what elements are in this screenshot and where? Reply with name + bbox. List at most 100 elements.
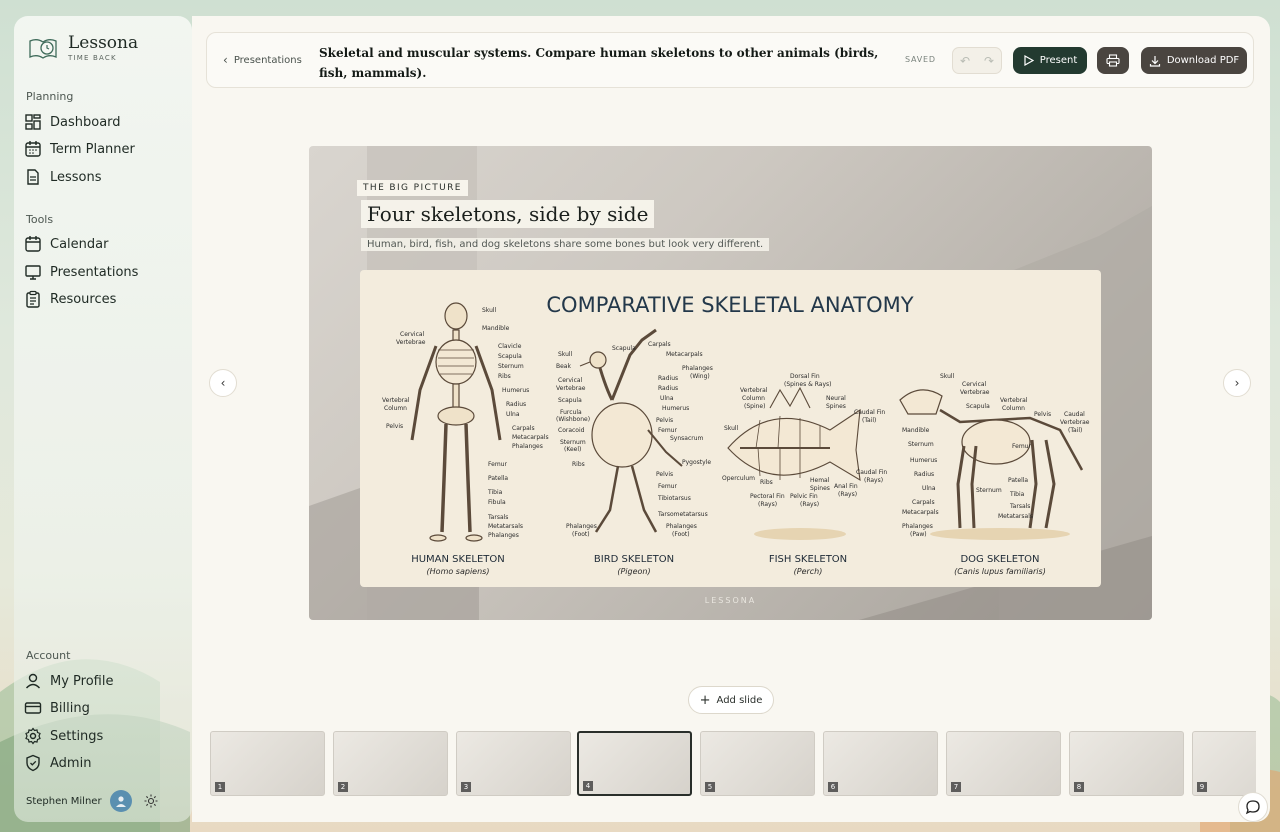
dog-label-tail: (Tail) [1068, 427, 1082, 434]
topbar: ‹ Presentations Skeletal and muscular sy… [206, 32, 1254, 88]
sidebar-item-calendar[interactable]: Calendar [24, 232, 184, 256]
fish-label-anal-rays: (Rays) [838, 491, 857, 498]
slide-thumbnail[interactable]: 2 [333, 731, 448, 796]
human-label-femur: Femur [488, 461, 507, 468]
bird-label-furcula: Furcula [560, 409, 582, 416]
panel-species: (Homo sapiens) (Pigeon) (Perch) (Canis l… [427, 567, 1046, 576]
human-label-metatarsals: Metatarsals [488, 523, 523, 530]
add-slide-button[interactable]: + Add slide [688, 686, 774, 714]
print-button[interactable] [1097, 47, 1129, 74]
dog-label-metacarpals: Metacarpals [902, 509, 939, 516]
document-icon [27, 169, 39, 185]
fish-label-pectoral: Pectoral Fin [750, 493, 785, 500]
slide-thumbnail[interactable]: 5 [700, 731, 815, 796]
chat-bubble-icon [1245, 800, 1260, 815]
fish-label-caudal-rays-2: (Rays) [864, 477, 883, 484]
human-label-phalanges-foot: Phalanges [488, 532, 519, 539]
chat-support-button[interactable] [1238, 792, 1268, 822]
dog-label-ulna: Ulna [922, 485, 936, 492]
thumbnail-number: 8 [1074, 782, 1084, 792]
fish-label-skull: Skull [724, 425, 739, 432]
slide-thumbnail[interactable]: 6 [823, 731, 938, 796]
fish-label-vertebral: Vertebral [740, 387, 768, 394]
panel-species-fish: (Perch) [794, 567, 823, 576]
presentation-title[interactable]: Skeletal and muscular systems. Compare h… [319, 43, 879, 83]
sidebar-item-resources[interactable]: Resources [24, 287, 184, 311]
plus-icon: + [699, 692, 711, 708]
download-pdf-label: Download PDF [1166, 55, 1240, 66]
illustration-heading: COMPARATIVE SKELETAL ANATOMY [546, 293, 913, 317]
download-pdf-button[interactable]: Download PDF [1141, 47, 1247, 74]
user-row[interactable]: Stephen Milner [26, 790, 158, 812]
human-label-vertebral-column-2: Column [384, 405, 407, 412]
slide-thumbnail[interactable]: 1 [210, 731, 325, 796]
slide-thumbnail[interactable]: 3 [456, 731, 571, 796]
slide-title[interactable]: Four skeletons, side by side [361, 200, 655, 228]
dog-label-scapula: Scapula [966, 403, 990, 410]
dog-label-paw: (Paw) [910, 531, 927, 538]
thumbnail-number: 5 [705, 782, 715, 792]
dog-label-caudal: Caudal [1064, 411, 1085, 418]
bird-label-femur: Femur [658, 427, 677, 434]
sidebar-item-term-planner[interactable]: Term Planner [24, 137, 184, 161]
dog-label-sternum-2: Sternum [976, 487, 1002, 494]
brand[interactable]: Lessona TIME BACK [28, 34, 138, 62]
bird-label-wing: (Wing) [690, 373, 710, 380]
monitor-icon [25, 265, 41, 280]
next-slide-button[interactable]: › [1223, 369, 1251, 397]
bird-label-carpals: Carpals [648, 341, 671, 348]
comparative-anatomy-illustration[interactable]: COMPARATIVE SKELETAL ANATOMY Skull Mandi… [360, 270, 1101, 587]
dog-label-humerus: Humerus [910, 457, 937, 464]
nav-group-tools: Tools [26, 213, 54, 226]
back-to-presentations-link[interactable]: ‹ Presentations [223, 53, 302, 67]
human-label-tibia: Tibia [487, 489, 503, 496]
human-label-cervical-vertebrae: Cervical [400, 331, 425, 338]
bird-label-metacarpals: Metacarpals [666, 351, 703, 358]
skeleton-illustration: COMPARATIVE SKELETAL ANATOMY Skull Mandi… [382, 293, 1090, 576]
fish-label-operculum: Operculum [722, 475, 755, 482]
fish-label-hemal-spines: Spines [810, 485, 830, 492]
sidebar-item-admin[interactable]: Admin [24, 751, 184, 775]
present-button[interactable]: Present [1013, 47, 1087, 74]
dog-label-skull: Skull [940, 373, 955, 380]
nav-group-account: Account [26, 649, 71, 662]
bird-label-femur-2: Femur [658, 483, 677, 490]
slide-thumbnail[interactable]: 7 [946, 731, 1061, 796]
sidebar-item-presentations[interactable]: Presentations [24, 260, 184, 284]
undo-icon[interactable]: ↶ [960, 54, 970, 68]
slide-thumbnail[interactable]: 9 [1192, 731, 1256, 796]
bird-label-scapula-top: Scapula [612, 345, 636, 352]
bird-label-ulna: Ulna [660, 395, 674, 402]
dog-label-phalanges: Phalanges [902, 523, 933, 530]
slide-subtitle[interactable]: Human, bird, fish, and dog skeletons sha… [361, 238, 770, 251]
human-label-ulna: Ulna [506, 411, 520, 418]
brand-tagline: TIME BACK [68, 54, 117, 62]
human-label-carpals: Carpals [512, 425, 535, 432]
avatar[interactable] [109, 790, 132, 812]
bird-label-vertebrae: Vertebrae [556, 385, 586, 392]
slide-kicker: THE BIG PICTURE [357, 180, 468, 196]
dog-label-vertebrae: Vertebrae [960, 389, 990, 396]
redo-icon[interactable]: ↷ [984, 54, 994, 68]
dog-label-column: Column [1002, 405, 1025, 412]
sidebar-item-dashboard[interactable]: Dashboard [24, 110, 184, 134]
bird-label-radius: Radius [658, 375, 678, 382]
slide-canvas[interactable]: THE BIG PICTURE Four skeletons, side by … [309, 146, 1152, 620]
sidebar-item-settings[interactable]: Settings [24, 724, 184, 748]
dog-label-carpals: Carpals [912, 499, 935, 506]
bird-label-skull: Skull [558, 351, 573, 358]
slide-thumbnail[interactable]: 8 [1069, 731, 1184, 796]
dog-label-sternum: Sternum [908, 441, 934, 448]
sun-theme-toggle-icon[interactable] [144, 794, 158, 808]
sidebar-item-billing[interactable]: Billing [24, 696, 184, 720]
bird-label-phalanges-foot-right: Phalanges [666, 523, 697, 530]
slide-thumbnail-active[interactable]: 4 [577, 731, 692, 796]
dog-label-radius: Radius [914, 471, 934, 478]
previous-slide-button[interactable]: ‹ [209, 369, 237, 397]
nav-group-planning: Planning [26, 90, 74, 103]
sidebar-item-lessons[interactable]: Lessons [24, 165, 184, 189]
dog-label-femur: Femur [1012, 443, 1031, 450]
human-label-mandible: Mandible [482, 325, 510, 332]
sidebar-item-my-profile[interactable]: My Profile [24, 669, 184, 693]
dog-label-tarsals: Tarsals [1009, 503, 1030, 510]
